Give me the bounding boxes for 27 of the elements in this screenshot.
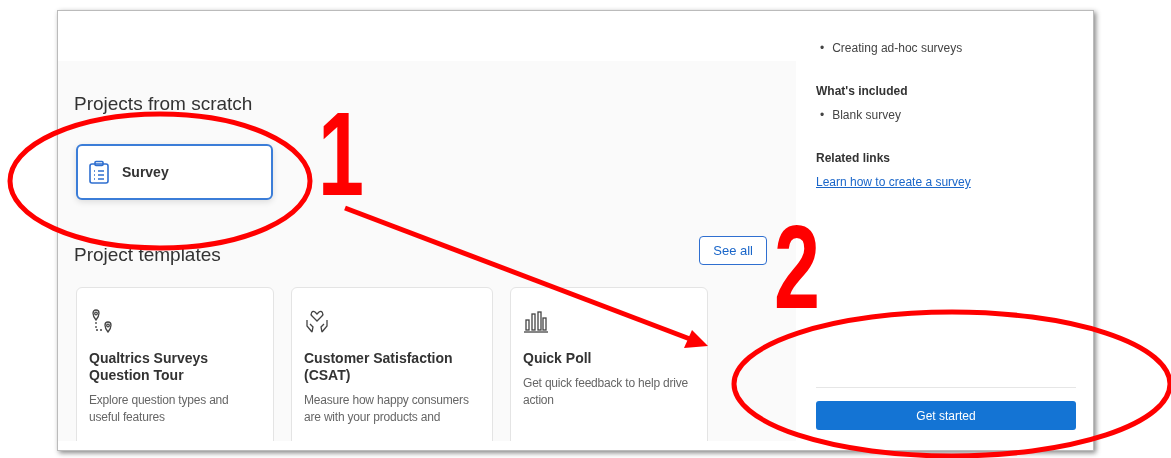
card-title: Qualtrics Surveys Question Tour [89,350,210,384]
card-title: Quick Poll [523,350,593,367]
bar-chart-icon [523,308,549,334]
list-item: Blank survey [832,108,901,123]
card-description: Measure how happy consumers are with your products and [304,392,470,426]
template-card[interactable]: Customer Satisfaction (CSAT) Measure how happy consumers are with your products and [291,287,493,441]
map-pins-icon [89,308,115,334]
section-heading: Projects from scratch [74,92,254,114]
list-item: Creating ad-hoc surveys [832,41,963,56]
callout-number: 2 [774,208,820,326]
details-heading: What's included [816,84,909,98]
callout-number: 1 [318,95,364,213]
template-card[interactable]: Qualtrics Surveys Question Tour Explore question types and useful features [76,287,274,441]
help-link[interactable]: Learn how to create a survey [816,175,971,189]
card-description: Get quick feedback to help drive action [523,375,690,409]
survey-option[interactable]: Survey [76,144,273,200]
details-heading: Related links [816,151,892,165]
card-description: Explore question types and useful features [89,392,230,426]
see-all-button[interactable]: See all [699,236,767,265]
template-card[interactable]: Quick Poll Get quick feedback to help drive action [510,287,708,441]
section-heading: Project templates [74,243,221,265]
bullet-marker: • [820,41,825,56]
bullet-marker: • [820,108,825,123]
heart-hands-icon [304,308,330,334]
get-started-button[interactable]: Get started [816,401,1076,430]
card-title: Customer Satisfaction (CSAT) [304,350,454,384]
clipboard-list-icon [88,160,110,184]
